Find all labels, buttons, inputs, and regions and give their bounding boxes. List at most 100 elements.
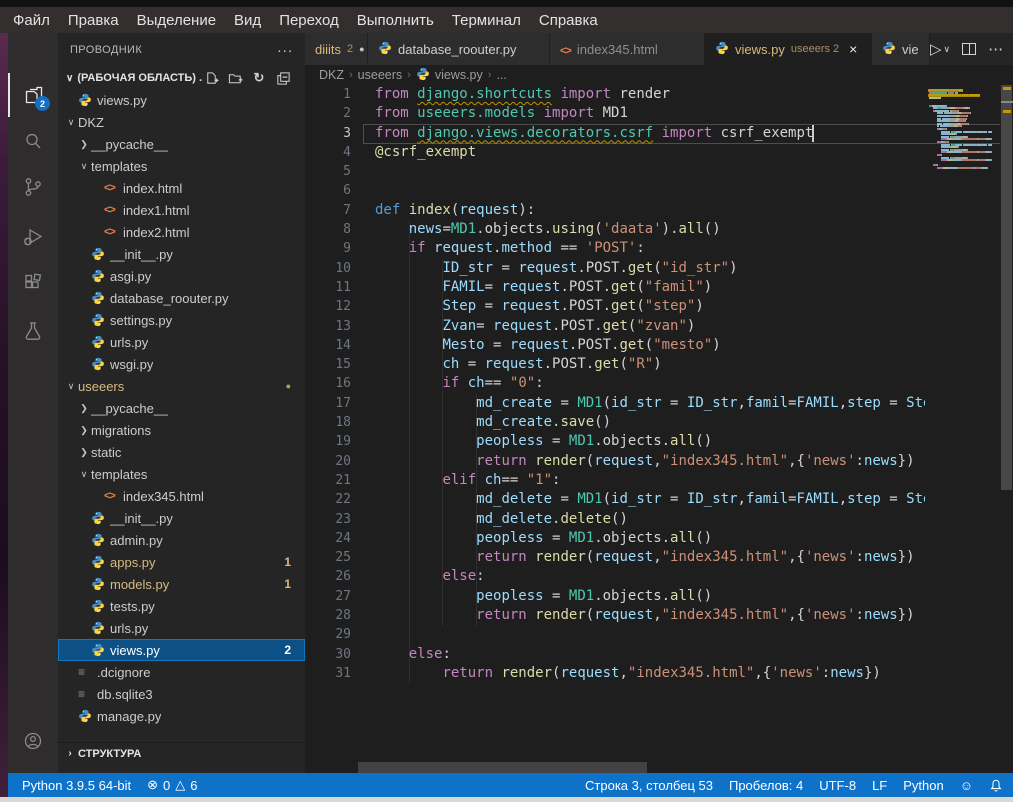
horizontal-scrollbar-thumb[interactable] xyxy=(358,762,647,773)
split-editor-button[interactable] xyxy=(962,43,976,55)
menu-выполнить[interactable]: Выполнить xyxy=(348,10,443,31)
source-control-tab[interactable] xyxy=(8,165,58,209)
vertical-scrollbar[interactable] xyxy=(1000,85,1013,765)
new-file-button[interactable] xyxy=(203,70,219,86)
testing-tab[interactable] xyxy=(8,309,58,353)
menu-справка[interactable]: Справка xyxy=(530,10,607,31)
tab-views.py[interactable]: views.pyuseeers 2× xyxy=(705,33,872,65)
workspace-section-header[interactable]: ∨ (РАБОЧАЯ ОБЛАСТЬ) ... ↻ xyxy=(58,67,305,89)
tree-item-apps.py[interactable]: apps.py1 xyxy=(58,551,305,573)
menu-правка[interactable]: Правка xyxy=(59,10,128,31)
tree-item-admin.py[interactable]: admin.py xyxy=(58,529,305,551)
code-line-16[interactable]: 16 if ch== "0": xyxy=(305,374,925,393)
code-line-14[interactable]: 14 Mesto = request.POST.get("mesto") xyxy=(305,336,925,355)
tree-item-templates[interactable]: ∨templates xyxy=(58,155,305,177)
tree-item-views.py[interactable]: views.py2 xyxy=(58,639,305,661)
tab-diiits[interactable]: diiits2● xyxy=(305,33,368,65)
tree-item-database_roouter.py[interactable]: database_roouter.py xyxy=(58,287,305,309)
tree-item-__init__.py[interactable]: __init__.py xyxy=(58,507,305,529)
code-line-29[interactable]: 29 xyxy=(305,625,925,644)
problems-indicator[interactable]: ⊗ 0 △ 6 xyxy=(147,777,197,793)
tree-item-views.py[interactable]: views.py xyxy=(58,89,305,111)
code-line-12[interactable]: 12 Step = request.POST.get("step") xyxy=(305,297,925,316)
tree-item-index.html[interactable]: <>index.html xyxy=(58,177,305,199)
code-line-27[interactable]: 27 peopless = MD1.objects.all() xyxy=(305,587,925,606)
tree-item-__init__.py[interactable]: __init__.py xyxy=(58,243,305,265)
indentation-setting[interactable]: Пробелов: 4 xyxy=(729,778,803,793)
code-line-21[interactable]: 21 elif ch== "1": xyxy=(305,471,925,490)
notifications-button[interactable] xyxy=(989,778,1003,793)
tree-item-db.sqlite3[interactable]: ≡db.sqlite3 xyxy=(58,683,305,705)
menu-выделение[interactable]: Выделение xyxy=(128,10,225,31)
collapse-all-button[interactable] xyxy=(275,70,291,86)
vertical-scrollbar-thumb[interactable] xyxy=(1001,85,1012,490)
code-line-7[interactable]: 7def index(request): xyxy=(305,201,925,220)
tree-item-index345.html[interactable]: <>index345.html xyxy=(58,485,305,507)
code-line-3[interactable]: 3from django.views.decorators.csrf impor… xyxy=(305,124,925,143)
code-line-13[interactable]: 13 Zvan= request.POST.get("zvan") xyxy=(305,317,925,336)
breadcrumb-item[interactable]: DKZ xyxy=(319,68,344,82)
code-line-2[interactable]: 2from useeers.models import MD1 xyxy=(305,104,925,123)
language-mode[interactable]: Python xyxy=(903,778,943,793)
tree-item-urls.py[interactable]: urls.py xyxy=(58,617,305,639)
tree-item-__pycache__[interactable]: ❯__pycache__ xyxy=(58,133,305,155)
minimap[interactable] xyxy=(926,85,1000,197)
tree-item-wsgi.py[interactable]: wsgi.py xyxy=(58,353,305,375)
menu-переход[interactable]: Переход xyxy=(270,10,348,31)
tree-item-urls.py[interactable]: urls.py xyxy=(58,331,305,353)
tree-item-index2.html[interactable]: <>index2.html xyxy=(58,221,305,243)
code-line-5[interactable]: 5 xyxy=(305,162,925,181)
code-line-22[interactable]: 22 md_delete = MD1(id_str = ID_str,famil… xyxy=(305,490,925,509)
menu-файл[interactable]: Файл xyxy=(4,10,59,31)
run-debug-tab[interactable] xyxy=(8,215,58,259)
code-line-10[interactable]: 10 ID_str = request.POST.get("id_str") xyxy=(305,259,925,278)
tree-item-migrations[interactable]: ❯migrations xyxy=(58,419,305,441)
code-line-31[interactable]: 31 return render(request,"index345.html"… xyxy=(305,664,925,683)
refresh-button[interactable]: ↻ xyxy=(251,70,267,86)
code-line-24[interactable]: 24 peopless = MD1.objects.all() xyxy=(305,529,925,548)
code-editor[interactable]: 1from django.shortcuts import render2fro… xyxy=(305,85,925,745)
search-tab[interactable] xyxy=(8,119,58,163)
outline-section-header[interactable]: › СТРУКТУРА xyxy=(58,742,305,764)
breadcrumb-item[interactable]: useeers xyxy=(358,68,402,82)
breadcrumb-item[interactable]: views.py xyxy=(435,68,483,82)
tree-item-__pycache__[interactable]: ❯__pycache__ xyxy=(58,397,305,419)
code-line-6[interactable]: 6 xyxy=(305,181,925,200)
tree-item-templates[interactable]: ∨templates xyxy=(58,463,305,485)
explorer-tab[interactable]: 2 xyxy=(8,73,58,117)
code-line-28[interactable]: 28 return render(request,"index345.html"… xyxy=(305,606,925,625)
menu-вид[interactable]: Вид xyxy=(225,10,270,31)
tab-index345.html[interactable]: <>index345.html xyxy=(550,33,705,65)
eol-setting[interactable]: LF xyxy=(872,778,887,793)
code-line-11[interactable]: 11 FAMIL= request.POST.get("famil") xyxy=(305,278,925,297)
code-line-15[interactable]: 15 ch = request.POST.get("R") xyxy=(305,355,925,374)
menu-терминал[interactable]: Терминал xyxy=(443,10,530,31)
sidebar-more-button[interactable]: ··· xyxy=(277,42,293,59)
tree-item-asgi.py[interactable]: asgi.py xyxy=(58,265,305,287)
code-line-26[interactable]: 26 else: xyxy=(305,567,925,586)
extensions-tab[interactable] xyxy=(8,261,58,305)
code-line-23[interactable]: 23 md_delete.delete() xyxy=(305,510,925,529)
run-button[interactable]: ▷∨ xyxy=(930,40,950,58)
tree-item-tests.py[interactable]: tests.py xyxy=(58,595,305,617)
tree-item-.dcignore[interactable]: ≡.dcignore xyxy=(58,661,305,683)
tree-item-index1.html[interactable]: <>index1.html xyxy=(58,199,305,221)
encoding-setting[interactable]: UTF-8 xyxy=(819,778,856,793)
code-line-25[interactable]: 25 return render(request,"index345.html"… xyxy=(305,548,925,567)
tree-item-manage.py[interactable]: manage.py xyxy=(58,705,305,727)
tree-item-DKZ[interactable]: ∨DKZ xyxy=(58,111,305,133)
code-line-18[interactable]: 18 md_create.save() xyxy=(305,413,925,432)
tree-item-models.py[interactable]: models.py1 xyxy=(58,573,305,595)
feedback-button[interactable]: ☺ xyxy=(960,778,973,793)
accounts-button[interactable] xyxy=(8,719,58,763)
more-actions-button[interactable]: ⋯ xyxy=(988,40,1004,58)
code-line-9[interactable]: 9 if request.method == 'POST': xyxy=(305,239,925,258)
code-line-19[interactable]: 19 peopless = MD1.objects.all() xyxy=(305,432,925,451)
cursor-position[interactable]: Строка 3, столбец 53 xyxy=(585,778,713,793)
close-icon[interactable]: × xyxy=(849,41,857,57)
breadcrumb-item[interactable]: ... xyxy=(496,68,506,82)
python-interpreter-selector[interactable]: Python 3.9.5 64-bit xyxy=(22,778,131,793)
tree-item-static[interactable]: ❯static xyxy=(58,441,305,463)
tree-item-useeers[interactable]: ∨useeers● xyxy=(58,375,305,397)
code-line-17[interactable]: 17 md_create = MD1(id_str = ID_str,famil… xyxy=(305,394,925,413)
